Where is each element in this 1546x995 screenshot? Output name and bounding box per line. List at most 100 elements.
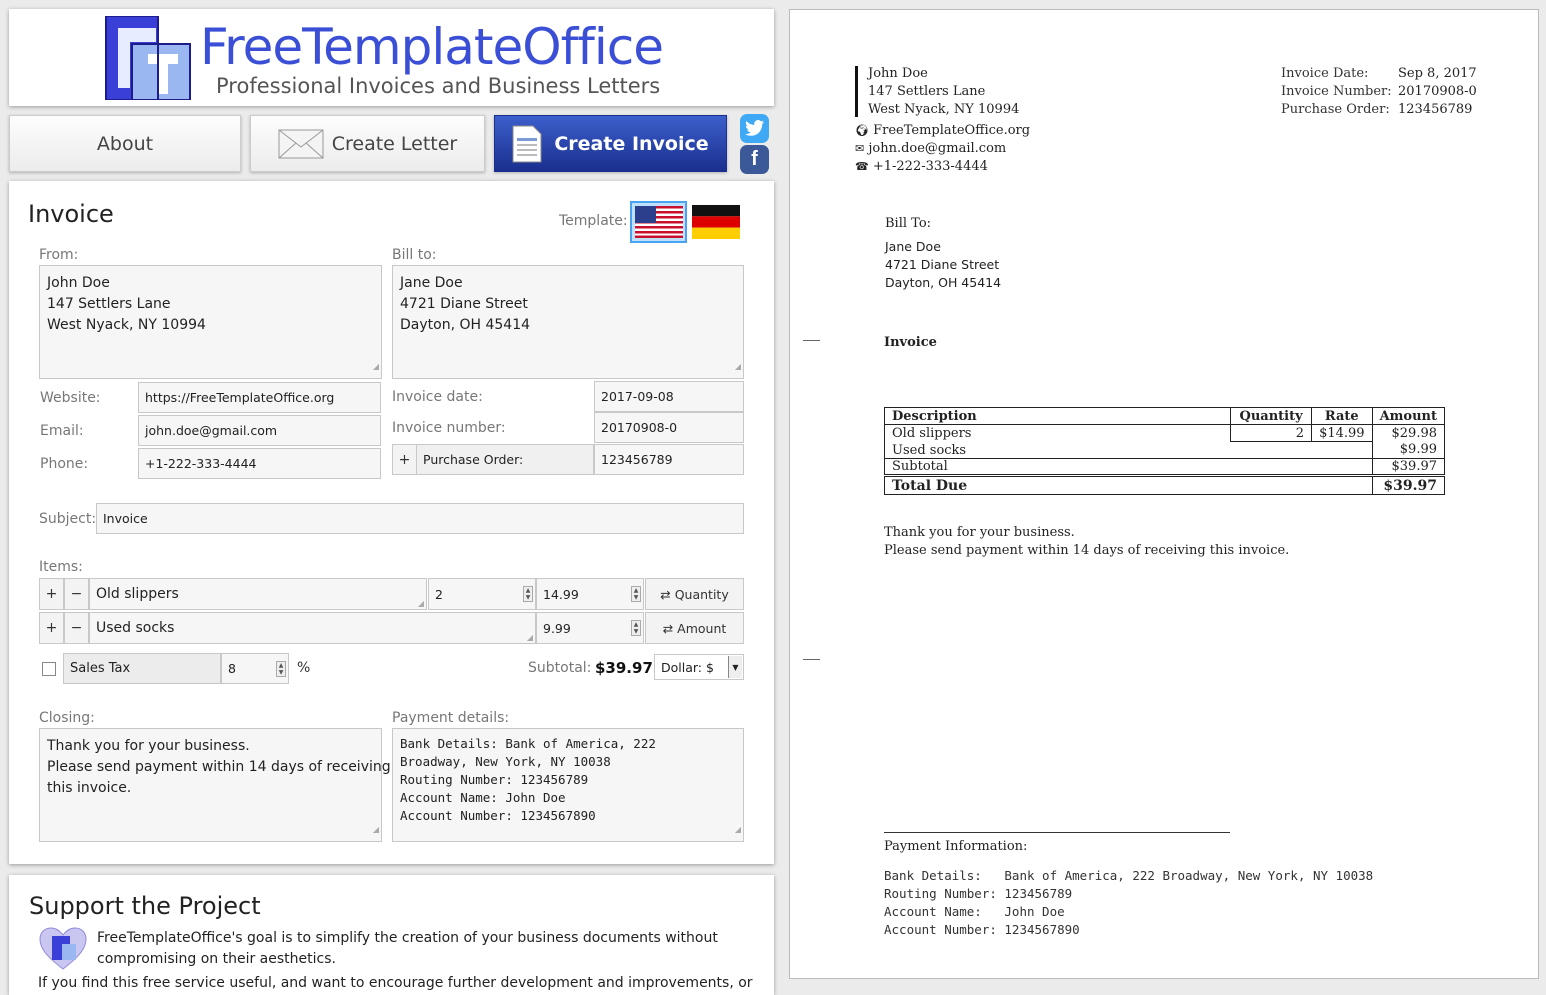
phone-icon: ☎ — [855, 160, 869, 173]
item-quantity-text: 2 — [435, 586, 443, 602]
resize-handle-icon[interactable]: ◢ — [418, 599, 424, 608]
preview-payment-line: Account Number: 1234567890 — [884, 922, 1080, 937]
us-flag-template-button[interactable] — [630, 201, 687, 243]
item-description-input[interactable]: Old slippers ◢ — [89, 578, 427, 610]
closing-line: Please send payment within 14 days of re… — [47, 759, 391, 775]
purchase-order-input[interactable]: 123456789 — [594, 444, 744, 475]
item-description-text: Used socks — [96, 620, 175, 636]
payment-line: Routing Number: 123456789 — [400, 772, 589, 787]
currency-select[interactable]: Dollar: $ ▼ — [654, 654, 744, 680]
twitter-icon[interactable] — [740, 114, 769, 143]
about-label: About — [96, 132, 154, 155]
from-line: West Nyack, NY 10994 — [47, 317, 206, 333]
preview-sender-line: John Doe — [868, 66, 928, 81]
invoice-date-input[interactable]: 2017-09-08 — [594, 381, 744, 412]
preview-items-table: Description Quantity Rate Amount Old sli… — [884, 407, 1445, 495]
german-flag-template-button[interactable] — [692, 205, 740, 239]
bill-to-line: 4721 Diane Street — [400, 296, 528, 312]
item-description-input[interactable]: Used socks ◢ — [89, 612, 536, 644]
invoice-number-input[interactable]: 20170908-0 — [594, 412, 744, 443]
website-input[interactable]: https://FreeTemplateOffice.org — [138, 382, 381, 413]
preview-payment-title: Payment Information: — [884, 839, 1028, 854]
remove-item-button[interactable]: − — [64, 612, 89, 644]
resize-handle-icon[interactable]: ◢ — [373, 356, 379, 377]
preview-meta-value: Sep 8, 2017 — [1398, 66, 1477, 81]
preview-meta-value: 123456789 — [1398, 102, 1473, 117]
toggle-quantity-button[interactable]: ⇄ Quantity — [645, 578, 744, 610]
preview-payment-details: Bank Details: Bank of America, 222 Broad… — [884, 867, 1373, 939]
sender-bar — [855, 66, 858, 117]
brand-name[interactable]: FreeTemplateOffice — [200, 18, 664, 76]
spinner-icon[interactable]: ▲ ▼ — [631, 620, 641, 636]
sales-tax-label: Sales Tax — [63, 653, 221, 684]
about-button[interactable]: About — [9, 115, 241, 172]
spinner-icon[interactable]: ▲ ▼ — [631, 586, 641, 602]
chevron-down-icon: ▼ — [728, 656, 742, 678]
support-title: Support the Project — [29, 892, 261, 920]
payment-details-textarea[interactable]: Bank Details: Bank of America, 222 Broad… — [392, 728, 744, 842]
resize-handle-icon[interactable]: ◢ — [735, 819, 741, 840]
preview-bill-to-line: Dayton, OH 45414 — [885, 275, 1002, 290]
preview-meta-value: 20170908-0 — [1398, 84, 1477, 99]
item-description-text: Old slippers — [96, 586, 179, 602]
facebook-icon[interactable]: f — [740, 145, 769, 174]
sales-tax-input[interactable]: 8 ▲ ▼ — [221, 653, 289, 684]
brand-tagline: Professional Invoices and Business Lette… — [216, 74, 661, 98]
spinner-icon[interactable]: ▲ ▼ — [523, 586, 533, 602]
add-purchase-order-button[interactable]: + — [392, 444, 417, 475]
from-textarea[interactable]: John Doe 147 Settlers Lane West Nyack, N… — [39, 265, 382, 379]
add-item-button[interactable]: + — [39, 612, 64, 644]
subject-input[interactable]: Invoice — [96, 503, 744, 534]
create-letter-button[interactable]: Create Letter — [250, 115, 485, 172]
subtotal-row: Subtotal $39.97 — [884, 458, 1445, 476]
table-row: Used socks $9.99 — [884, 441, 1445, 459]
preview-website: FreeTemplateOffice.org — [873, 123, 1031, 138]
remove-item-button[interactable]: − — [64, 578, 89, 610]
subtotal-label: Subtotal: — [528, 660, 592, 676]
toggle-amount-button[interactable]: ⇄ Amount — [645, 612, 744, 644]
spinner-icon[interactable]: ▲ ▼ — [276, 661, 286, 677]
fold-mark — [803, 659, 820, 660]
add-item-button[interactable]: + — [39, 578, 64, 610]
payment-line: Bank Details: Bank of America, 222 — [400, 736, 656, 751]
sales-tax-checkbox[interactable] — [42, 662, 56, 676]
row-quantity: 2 — [1230, 424, 1313, 442]
row-description: Used socks — [884, 441, 1373, 459]
row-amount: $9.99 — [1399, 442, 1437, 458]
payment-line: Account Name: John Doe — [400, 790, 566, 805]
form-title: Invoice — [28, 200, 114, 228]
row-amount: $29.98 — [1391, 425, 1438, 441]
globe-icon: 🌍︎ — [855, 124, 869, 137]
percent-sign: % — [297, 660, 311, 676]
bill-to-line: Jane Doe — [400, 275, 463, 291]
subtotal-amount: $39.97 — [1391, 459, 1438, 474]
preview-payment-line: Bank Details: Bank of America, 222 Broad… — [884, 868, 1374, 883]
bill-to-textarea[interactable]: Jane Doe 4721 Diane Street Dayton, OH 45… — [392, 265, 744, 379]
subject-label: Subject: — [39, 511, 97, 527]
preview-payment-line: Routing Number: 123456789 — [884, 886, 1073, 901]
create-invoice-button[interactable]: Create Invoice — [494, 115, 727, 172]
item-amount-input[interactable]: 9.99 ▲ ▼ — [536, 612, 644, 644]
preview-email: john.doe@gmail.com — [868, 141, 1007, 156]
preview-bill-to-line: Jane Doe — [885, 239, 941, 254]
fold-mark — [803, 340, 820, 341]
resize-handle-icon[interactable]: ◢ — [527, 633, 533, 642]
preview-subject: Invoice — [884, 335, 937, 350]
preview-phone: +1-222-333-4444 — [872, 159, 988, 174]
envelope-icon — [278, 129, 324, 159]
header-quantity: Quantity — [1230, 407, 1313, 425]
phone-input[interactable]: +1-222-333-4444 — [138, 448, 381, 479]
item-rate-input[interactable]: 14.99 ▲ ▼ — [536, 578, 644, 610]
closing-textarea[interactable]: Thank you for your business. Please send… — [39, 728, 391, 842]
preview-bill-to-line: 4721 Diane Street — [885, 257, 1000, 272]
preview-contact: 🌍︎ FreeTemplateOffice.org ✉ john.doe@gma… — [855, 122, 1030, 176]
resize-handle-icon[interactable]: ◢ — [735, 356, 741, 377]
document-icon — [512, 125, 542, 163]
logo-icon[interactable] — [104, 15, 192, 101]
resize-handle-icon[interactable]: ◢ — [373, 819, 379, 840]
payment-divider — [884, 832, 1230, 833]
email-input[interactable]: john.doe@gmail.com — [138, 415, 381, 446]
currency-value: Dollar: $ — [661, 659, 714, 675]
preview-closing-line: Thank you for your business. — [884, 525, 1075, 540]
item-quantity-input[interactable]: 2 ▲ ▼ — [428, 578, 536, 610]
